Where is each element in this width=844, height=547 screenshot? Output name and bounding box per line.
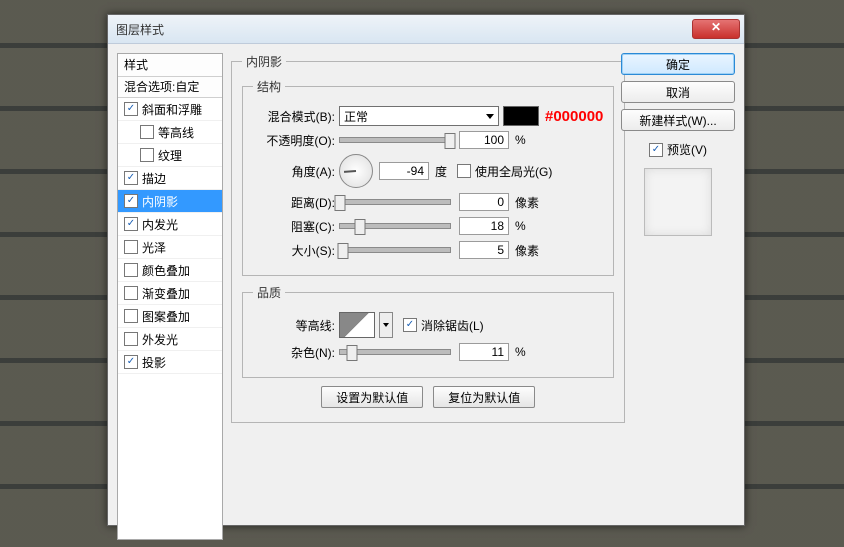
global-light-checkbox[interactable]: [457, 164, 471, 178]
distance-slider[interactable]: [339, 199, 451, 205]
style-checkbox[interactable]: [124, 286, 138, 300]
style-item-label: 颜色叠加: [142, 262, 190, 279]
new-style-button[interactable]: 新建样式(W)...: [621, 109, 735, 131]
style-item-9[interactable]: 图案叠加: [118, 305, 222, 328]
style-item-label: 等高线: [158, 124, 194, 141]
style-checkbox[interactable]: [140, 148, 154, 162]
style-checkbox[interactable]: ✓: [124, 355, 138, 369]
distance-unit: 像素: [515, 194, 539, 211]
style-item-8[interactable]: 渐变叠加: [118, 282, 222, 305]
style-item-label: 纹理: [158, 147, 182, 164]
angle-label: 角度(A):: [253, 163, 339, 180]
group-main: 内阴影 结构 混合模式(B): 正常 #000000: [231, 53, 625, 423]
opacity-unit: %: [515, 133, 526, 147]
styles-panel: 样式 混合选项:自定 ✓ 斜面和浮雕等高线纹理 ✓ 描边 ✓ 内阴影 ✓ 内发光光泽颜色叠加渐…: [117, 53, 223, 540]
style-item-7[interactable]: 颜色叠加: [118, 259, 222, 282]
noise-unit: %: [515, 345, 526, 359]
reset-default-button[interactable]: 复位为默认值: [433, 386, 535, 408]
style-checkbox[interactable]: [124, 332, 138, 346]
style-item-label: 外发光: [142, 331, 178, 348]
style-item-label: 斜面和浮雕: [142, 101, 202, 118]
style-checkbox[interactable]: [124, 240, 138, 254]
distance-label: 距离(D):: [253, 194, 339, 211]
chevron-down-icon: [383, 323, 389, 327]
window-title: 图层样式: [116, 21, 692, 38]
style-checkbox[interactable]: ✓: [124, 194, 138, 208]
style-item-2[interactable]: 纹理: [118, 144, 222, 167]
blend-mode-label: 混合模式(B):: [253, 108, 339, 125]
style-checkbox[interactable]: ✓: [124, 171, 138, 185]
distance-input[interactable]: [459, 193, 509, 211]
noise-input[interactable]: [459, 343, 509, 361]
preview-thumbnail: [644, 168, 712, 236]
opacity-input[interactable]: [459, 131, 509, 149]
contour-label: 等高线:: [253, 317, 339, 334]
style-checkbox[interactable]: [140, 125, 154, 139]
style-checkbox[interactable]: [124, 263, 138, 277]
style-item-label: 内阴影: [142, 193, 178, 210]
style-item-label: 描边: [142, 170, 166, 187]
style-checkbox[interactable]: ✓: [124, 217, 138, 231]
angle-unit: 度: [435, 163, 447, 180]
global-light-label: 使用全局光(G): [475, 163, 552, 180]
group-quality: 品质 等高线: ✓ 消除锯齿(L) 杂色(N): %: [242, 284, 614, 378]
make-default-button[interactable]: 设置为默认值: [321, 386, 423, 408]
chevron-down-icon: [486, 114, 494, 119]
style-item-1[interactable]: 等高线: [118, 121, 222, 144]
style-item-11[interactable]: ✓ 投影: [118, 351, 222, 374]
group-structure-title: 结构: [253, 78, 285, 95]
preview-label: 预览(V): [667, 141, 707, 158]
antialias-label: 消除锯齿(L): [421, 317, 484, 334]
cancel-button[interactable]: 取消: [621, 81, 735, 103]
layer-style-dialog: 图层样式 ✕ 样式 混合选项:自定 ✓ 斜面和浮雕等高线纹理 ✓ 描边 ✓ 内阴影 ✓ 内发光…: [107, 14, 745, 526]
size-unit: 像素: [515, 242, 539, 259]
style-item-label: 图案叠加: [142, 308, 190, 325]
style-item-4[interactable]: ✓ 内阴影: [118, 190, 222, 213]
style-checkbox[interactable]: [124, 309, 138, 323]
blend-mode-value: 正常: [344, 108, 368, 125]
group-structure: 结构 混合模式(B): 正常 #000000 不透明度(O):: [242, 78, 614, 276]
noise-slider[interactable]: [339, 349, 451, 355]
background: 图层样式 ✕ 样式 混合选项:自定 ✓ 斜面和浮雕等高线纹理 ✓ 描边 ✓ 内阴影 ✓ 内发光…: [0, 0, 844, 547]
contour-dropdown[interactable]: [379, 312, 393, 338]
group-main-title: 内阴影: [242, 53, 286, 70]
style-item-label: 光泽: [142, 239, 166, 256]
close-button[interactable]: ✕: [692, 19, 740, 39]
opacity-slider[interactable]: [339, 137, 451, 143]
titlebar[interactable]: 图层样式 ✕: [108, 15, 744, 44]
contour-picker[interactable]: [339, 312, 375, 338]
choke-slider[interactable]: [339, 223, 451, 229]
color-annotation: #000000: [545, 108, 603, 125]
style-item-3[interactable]: ✓ 描边: [118, 167, 222, 190]
noise-label: 杂色(N):: [253, 344, 339, 361]
choke-label: 阻塞(C):: [253, 218, 339, 235]
style-item-10[interactable]: 外发光: [118, 328, 222, 351]
blend-mode-dropdown[interactable]: 正常: [339, 106, 499, 126]
choke-input[interactable]: [459, 217, 509, 235]
style-item-6[interactable]: 光泽: [118, 236, 222, 259]
angle-dial[interactable]: [339, 154, 373, 188]
ok-button[interactable]: 确定: [621, 53, 735, 75]
style-item-label: 投影: [142, 354, 166, 371]
blend-options-row[interactable]: 混合选项:自定: [118, 77, 222, 98]
preview-checkbox[interactable]: ✓: [649, 143, 663, 157]
styles-header[interactable]: 样式: [118, 54, 222, 77]
group-quality-title: 品质: [253, 284, 285, 301]
size-slider[interactable]: [339, 247, 451, 253]
shadow-color-swatch[interactable]: [503, 106, 539, 126]
style-item-5[interactable]: ✓ 内发光: [118, 213, 222, 236]
antialias-checkbox[interactable]: ✓: [403, 318, 417, 332]
style-item-label: 内发光: [142, 216, 178, 233]
style-item-0[interactable]: ✓ 斜面和浮雕: [118, 98, 222, 121]
size-input[interactable]: [459, 241, 509, 259]
size-label: 大小(S):: [253, 242, 339, 259]
style-item-label: 渐变叠加: [142, 285, 190, 302]
angle-input[interactable]: [379, 162, 429, 180]
style-checkbox[interactable]: ✓: [124, 102, 138, 116]
opacity-label: 不透明度(O):: [253, 132, 339, 149]
choke-unit: %: [515, 219, 526, 233]
